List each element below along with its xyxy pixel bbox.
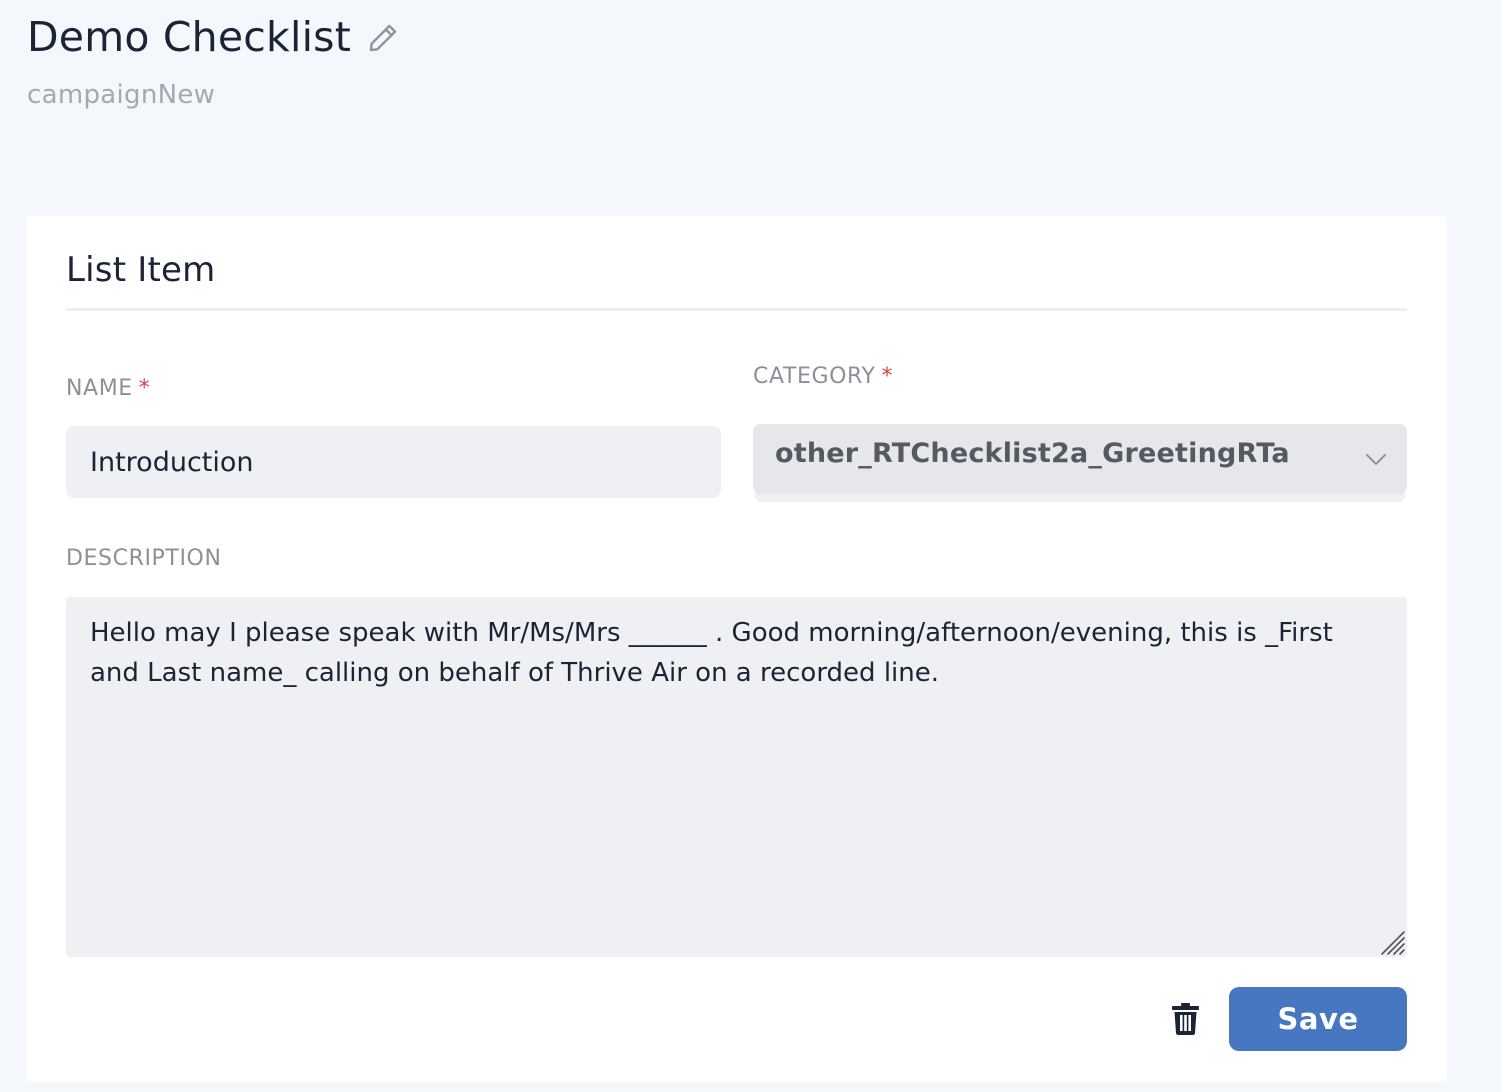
title-row: Demo Checklist (27, 10, 1475, 64)
description-label: DESCRIPTION (66, 546, 222, 571)
pencil-icon (369, 24, 397, 52)
page-title: Demo Checklist (27, 13, 351, 61)
save-button[interactable]: Save (1229, 987, 1407, 1051)
name-input[interactable] (66, 426, 721, 498)
name-label-text: NAME (66, 376, 133, 401)
delete-button[interactable] (1168, 1000, 1202, 1038)
card-title: List Item (66, 250, 216, 290)
chevron-down-icon (1366, 454, 1386, 465)
list-item-card: List Item NAME* CATEGORY* other_RTCheckl… (26, 216, 1447, 1082)
resize-handle-icon[interactable] (1378, 928, 1406, 956)
required-mark: * (138, 376, 151, 401)
category-label: CATEGORY * (753, 364, 893, 389)
card-divider (66, 308, 1407, 311)
page-header: Demo Checklist campaignNew (27, 10, 1475, 110)
trash-icon (1171, 1003, 1199, 1035)
required-mark: * (881, 364, 894, 389)
edit-title-button[interactable] (365, 20, 401, 56)
category-selected-value: other_RTChecklist2a_GreetingRTa (775, 438, 1290, 469)
page-subtitle: campaignNew (27, 80, 216, 110)
category-select[interactable]: other_RTChecklist2a_GreetingRTa (753, 424, 1407, 494)
category-label-text: CATEGORY (753, 364, 876, 389)
description-textarea[interactable]: Hello may I please speak with Mr/Ms/Mrs … (66, 597, 1407, 957)
name-label: NAME * (66, 376, 150, 401)
